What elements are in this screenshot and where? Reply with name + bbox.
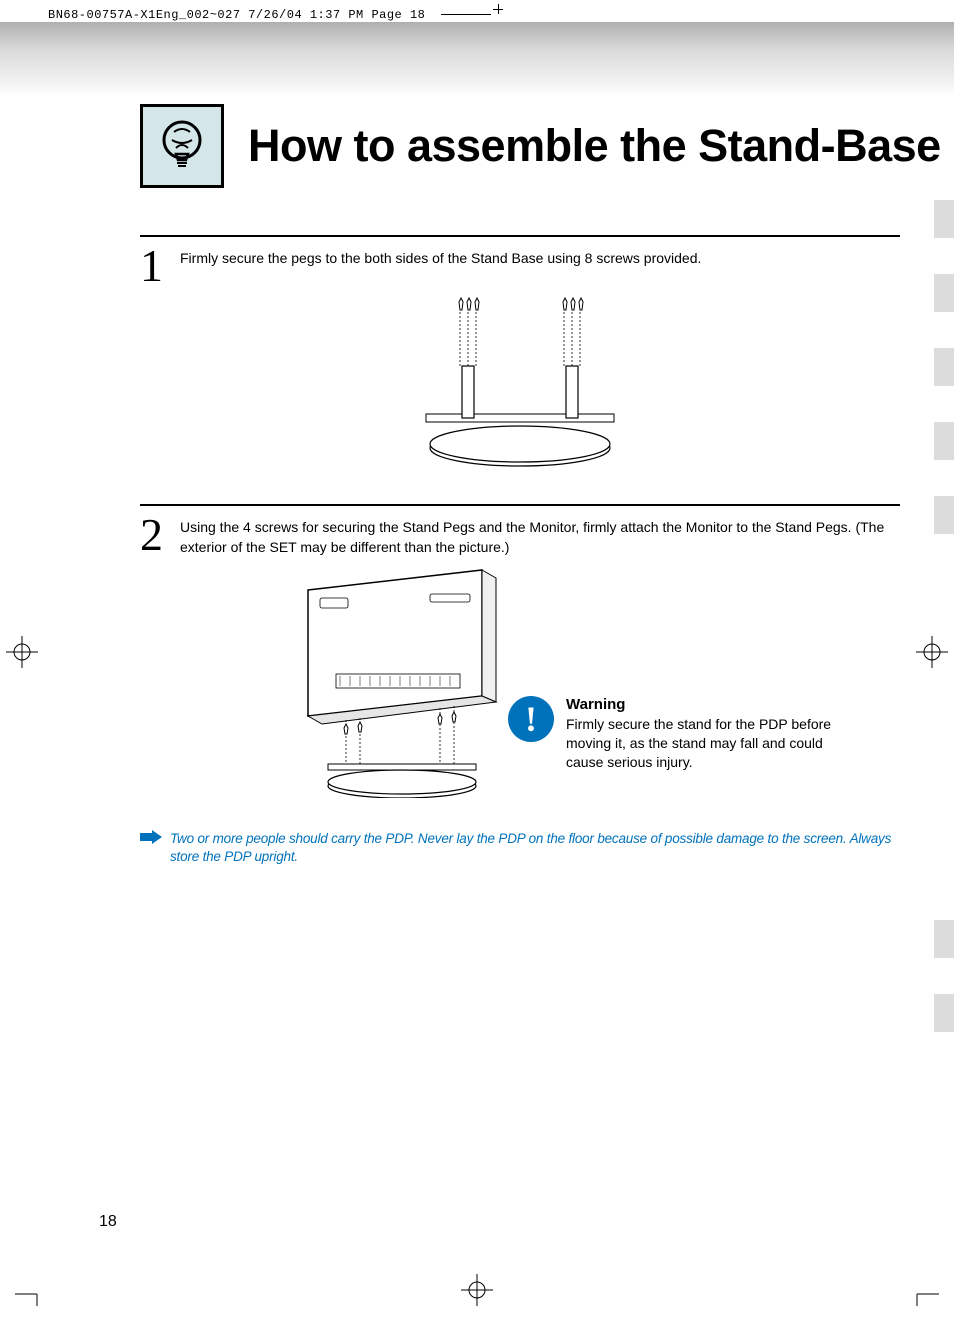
lightbulb-icon (140, 104, 224, 188)
crop-target-right-icon (916, 636, 948, 668)
side-tab (934, 422, 954, 460)
side-tab (934, 348, 954, 386)
crop-mark-bl-icon (15, 1272, 49, 1306)
prepress-header: BN68-00757A-X1Eng_002~027 7/26/04 1:37 P… (48, 8, 504, 22)
step-1-illustration (140, 296, 900, 476)
crop-target-left-icon (6, 636, 38, 668)
side-tab (934, 274, 954, 312)
crop-target-bottom-icon (461, 1274, 493, 1306)
warning-icon: ! (508, 696, 554, 742)
warning-heading: Warning (566, 696, 838, 713)
warning-text: Warning Firmly secure the stand for the … (566, 696, 838, 772)
content-area: 1 Firmly secure the pegs to the both sid… (140, 235, 900, 826)
prepress-cropmark (441, 14, 491, 15)
side-tab (934, 496, 954, 534)
prepress-label: BN68-00757A-X1Eng_002~027 7/26/04 1:37 P… (48, 8, 425, 22)
step-text-1: Firmly secure the pegs to the both sides… (180, 245, 701, 269)
step-1: 1 Firmly secure the pegs to the both sid… (140, 235, 900, 476)
crop-mark-br-icon (905, 1272, 939, 1306)
side-tab (934, 920, 954, 958)
side-tabs (934, 200, 954, 534)
step-text-2: Using the 4 screws for securing the Stan… (180, 514, 900, 557)
side-tab (934, 200, 954, 238)
prepress-cropdot (494, 8, 504, 18)
side-tab (934, 994, 954, 1032)
title-block: How to assemble the Stand-Base (140, 104, 941, 188)
warning-body: Firmly secure the stand for the PDP befo… (566, 716, 831, 770)
warning-block: ! Warning Firmly secure the stand for th… (508, 696, 838, 772)
header-band (0, 22, 954, 98)
step-number-2: 2 (140, 514, 170, 555)
step-2: 2 Using the 4 screws for securing the St… (140, 504, 900, 797)
note-block: Two or more people should carry the PDP.… (140, 830, 900, 866)
page-title: How to assemble the Stand-Base (248, 120, 941, 172)
note-text: Two or more people should carry the PDP.… (170, 830, 900, 866)
arrow-right-icon (140, 830, 162, 844)
page-number: 18 (99, 1213, 117, 1231)
step-number-1: 1 (140, 245, 170, 286)
